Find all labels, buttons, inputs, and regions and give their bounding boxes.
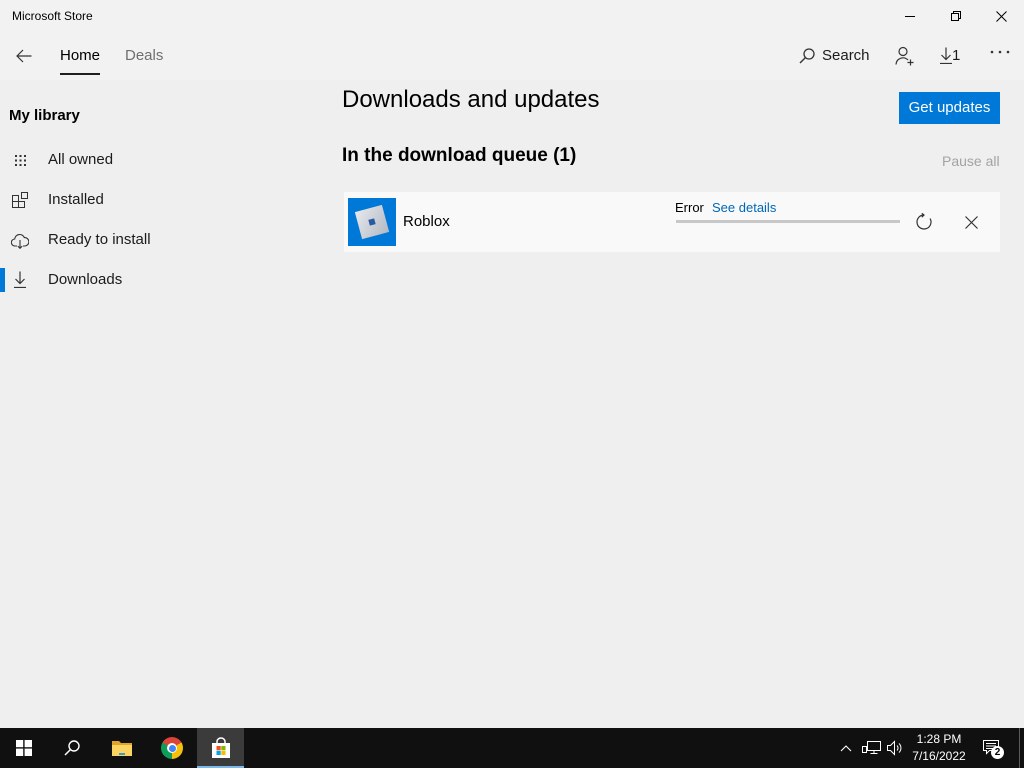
windows-start-icon: [16, 740, 32, 756]
window-title: Microsoft Store: [12, 9, 93, 23]
volume-button[interactable]: [884, 728, 904, 768]
selection-indicator: [0, 268, 5, 292]
main-content: Downloads and updates Get updates In the…: [320, 80, 1024, 728]
tab-deals[interactable]: Deals: [121, 32, 171, 80]
notifications-button[interactable]: 2: [978, 728, 1008, 768]
file-explorer-icon: [111, 739, 133, 757]
chrome-icon-ring: [167, 743, 177, 753]
app-tile: [348, 198, 396, 246]
chrome-button[interactable]: [148, 728, 196, 768]
close-button[interactable]: [978, 0, 1024, 32]
title-bar: Microsoft Store: [0, 0, 1024, 32]
taskbar-search-button[interactable]: [48, 728, 96, 768]
minimize-icon: [905, 11, 915, 21]
search-icon: [799, 48, 815, 64]
back-arrow-icon: [16, 49, 32, 63]
sidebar: My library All owned Installed Ready to …: [0, 80, 320, 728]
start-button[interactable]: [0, 728, 48, 768]
retry-button[interactable]: [910, 208, 938, 236]
roblox-logo-center: [368, 218, 376, 226]
restore-button[interactable]: [933, 0, 979, 32]
download-icon: [14, 271, 26, 288]
grid-icon: [15, 155, 26, 166]
cancel-download-button[interactable]: [957, 208, 985, 236]
search-button[interactable]: Search: [794, 40, 872, 72]
add-user-icon: [895, 46, 915, 66]
search-label: Search: [822, 47, 870, 64]
sidebar-heading: My library: [9, 107, 80, 124]
nav-bar: Home Deals Search 1: [0, 32, 1024, 80]
show-hidden-icons-button[interactable]: [838, 728, 854, 768]
minimize-button[interactable]: [887, 0, 933, 32]
downloads-count: 1: [952, 47, 961, 64]
back-button[interactable]: [0, 32, 48, 80]
show-desktop-button[interactable]: [1016, 728, 1024, 768]
tab-home[interactable]: Home: [56, 32, 106, 80]
installed-apps-icon: [12, 192, 28, 208]
network-icon: [861, 740, 881, 756]
tab-label: Home: [60, 47, 101, 64]
restore-icon: [951, 11, 961, 21]
get-updates-button[interactable]: Get updates: [899, 92, 1000, 124]
search-icon: [64, 740, 80, 756]
download-icon: [940, 47, 952, 64]
queue-item-card: Roblox Error See details: [344, 192, 1000, 252]
queue-heading: In the download queue (1): [342, 145, 577, 166]
network-button[interactable]: [861, 728, 881, 768]
cloud-download-icon: [11, 233, 29, 249]
account-button[interactable]: [890, 40, 920, 72]
more-button[interactable]: [984, 36, 1016, 68]
tab-underline: [60, 73, 100, 75]
retry-icon: [915, 213, 933, 231]
close-icon: [995, 10, 1007, 22]
sidebar-item-label: Installed: [48, 191, 104, 208]
more-icon: [990, 50, 1010, 54]
pause-all-button[interactable]: Pause all: [942, 151, 1000, 171]
download-status: Error: [675, 200, 704, 215]
cancel-icon: [964, 215, 978, 229]
store-button[interactable]: [197, 728, 244, 768]
file-explorer-button[interactable]: [98, 728, 146, 768]
show-desktop-divider: [1019, 728, 1020, 768]
chrome-icon: [161, 737, 183, 759]
microsoft-store-icon: [210, 737, 232, 759]
chevron-up-icon: [840, 744, 852, 752]
taskbar: 1:28 PM 7/16/2022 2: [0, 728, 1024, 768]
chrome-icon-core: [168, 744, 176, 752]
see-details-link[interactable]: See details: [712, 200, 776, 216]
download-progress-bar: [676, 220, 900, 223]
sidebar-item-label: Ready to install: [48, 231, 151, 248]
clock-date: 7/16/2022: [912, 749, 966, 763]
sidebar-item-all-owned[interactable]: All owned: [0, 140, 320, 180]
sidebar-item-downloads[interactable]: Downloads: [0, 260, 320, 300]
page-title: Downloads and updates: [342, 86, 600, 113]
notification-badge: 2: [991, 746, 1004, 759]
tab-label: Deals: [125, 47, 164, 64]
clock[interactable]: 1:28 PM 7/16/2022: [910, 728, 968, 768]
volume-icon: [886, 740, 903, 756]
sidebar-item-label: All owned: [48, 151, 114, 168]
sidebar-item-label: Downloads: [48, 271, 123, 288]
app-name: Roblox: [403, 213, 450, 230]
sidebar-item-installed[interactable]: Installed: [0, 180, 320, 220]
clock-time: 1:28 PM: [916, 732, 962, 746]
roblox-logo-icon: [354, 204, 390, 240]
sidebar-item-ready-to-install[interactable]: Ready to install: [0, 220, 320, 260]
downloads-button[interactable]: 1: [934, 40, 966, 72]
app-window: Microsoft Store Home Deals Search 1 My l…: [0, 0, 1024, 728]
